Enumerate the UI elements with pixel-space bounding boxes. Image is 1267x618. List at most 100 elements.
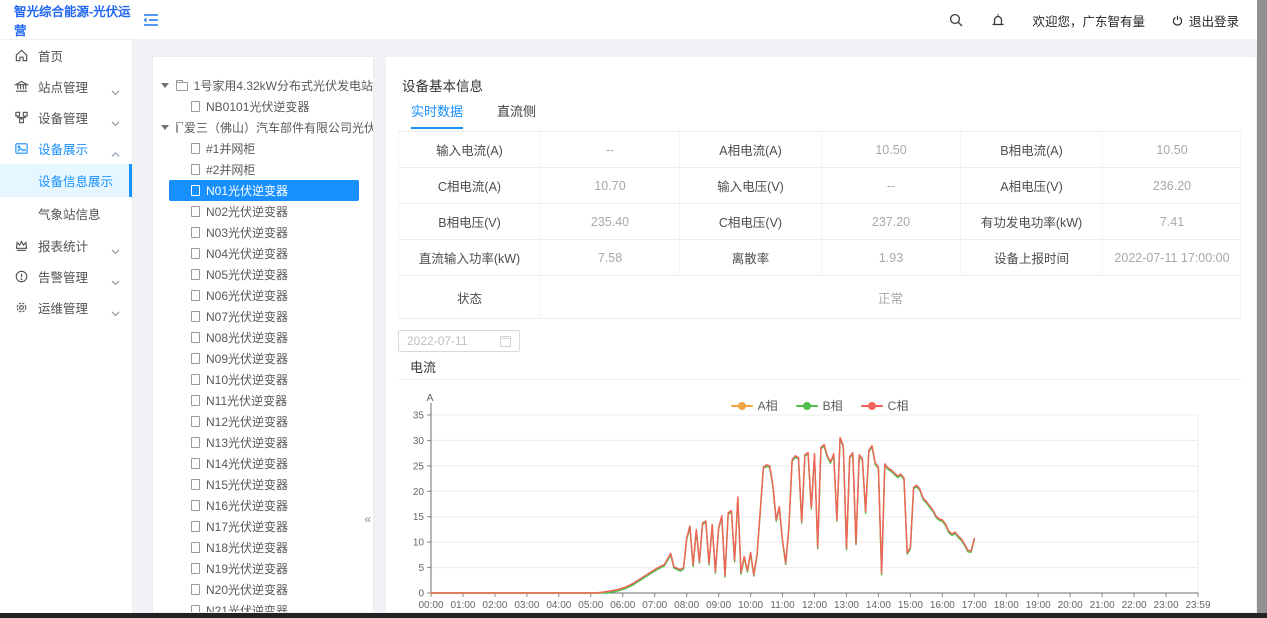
svg-text:09:00: 09:00: [706, 600, 731, 611]
chevron-down-icon: [111, 305, 120, 311]
file-icon: [191, 563, 200, 574]
svg-text:10: 10: [413, 538, 425, 549]
caret-down-icon[interactable]: [161, 83, 169, 88]
tree-device-node[interactable]: N19光伏逆变器: [169, 558, 359, 579]
sidebar-item-ops-mgmt[interactable]: 运维管理: [0, 292, 132, 323]
legend-item[interactable]: C相: [861, 397, 909, 414]
tree-device-node[interactable]: N02光伏逆变器: [169, 201, 359, 222]
svg-text:02:00: 02:00: [482, 600, 507, 611]
tab-dc-side[interactable]: 直流侧: [497, 101, 536, 129]
file-icon: [191, 269, 200, 280]
device-tree-panel: 1号家用4.32kW分布式光伏发电站NB0101光伏逆变器爱三（佛山）汽车部件有…: [152, 56, 374, 613]
svg-text:11:00: 11:00: [770, 600, 795, 611]
field-label: 输入电流(A): [398, 132, 540, 167]
alarm-icon[interactable]: [990, 12, 1006, 28]
file-icon: [191, 458, 200, 469]
sidebar-item-device-display[interactable]: 设备展示: [0, 133, 132, 164]
field-value: 7.41: [1102, 204, 1241, 239]
folder-icon: [176, 124, 178, 133]
tree-station-node[interactable]: 1号家用4.32kW分布式光伏发电站: [153, 75, 373, 96]
field-value: 2022-07-11 17:00:00: [1102, 240, 1241, 275]
field-value: 10.70: [540, 168, 679, 203]
field-value: 10.50: [1102, 132, 1241, 167]
chevron-down-icon: [111, 274, 120, 280]
vertical-scrollbar[interactable]: [1257, 0, 1267, 618]
svg-text:15: 15: [413, 512, 425, 523]
search-icon[interactable]: [948, 12, 964, 28]
tree-device-node[interactable]: N12光伏逆变器: [169, 411, 359, 432]
tree-device-node[interactable]: N10光伏逆变器: [169, 369, 359, 390]
tree-device-node[interactable]: #2并网柜: [169, 159, 359, 180]
tree-device-node[interactable]: #1并网柜: [169, 138, 359, 159]
top-header: 智光综合能源-光伏运营 欢迎您，广东智有量 退出登录: [0, 0, 1257, 40]
tree-device-node[interactable]: N04光伏逆变器: [169, 243, 359, 264]
svg-text:13:00: 13:00: [834, 600, 859, 611]
svg-text:08:00: 08:00: [674, 600, 699, 611]
tree-station-node[interactable]: 爱三（佛山）汽车部件有限公司光伏发: [153, 117, 373, 138]
logout-button[interactable]: 退出登录: [1171, 11, 1239, 30]
sidebar-item-device-mgmt[interactable]: 设备管理: [0, 102, 132, 133]
date-picker[interactable]: 2022-07-11: [398, 330, 520, 352]
svg-text:03:00: 03:00: [514, 600, 539, 611]
tree-device-node[interactable]: N01光伏逆变器: [169, 180, 359, 201]
tree-device-node[interactable]: N20光伏逆变器: [169, 579, 359, 600]
tree-device-node[interactable]: N15光伏逆变器: [169, 474, 359, 495]
table-row-status: 状态 正常: [398, 276, 1240, 319]
folder-icon: [176, 82, 188, 91]
table-row: 输入电流(A)--A相电流(A)10.50B相电流(A)10.50: [398, 132, 1240, 168]
tree-device-node[interactable]: N07光伏逆变器: [169, 306, 359, 327]
field-label: 设备上报时间: [960, 240, 1102, 275]
tab-realtime-data[interactable]: 实时数据: [411, 101, 463, 129]
tree-device-node[interactable]: N14光伏逆变器: [169, 453, 359, 474]
tree-device-node[interactable]: N13光伏逆变器: [169, 432, 359, 453]
sidebar-item-home[interactable]: 首页: [0, 40, 132, 71]
cluster-icon: [14, 110, 29, 125]
tree-collapse-handle[interactable]: «: [364, 512, 371, 526]
svg-text:07:00: 07:00: [642, 600, 667, 611]
sidebar-subitem-weather-station[interactable]: 气象站信息: [0, 197, 132, 230]
file-icon: [191, 437, 200, 448]
chart-legend: A相 B相 C相: [398, 397, 1241, 414]
tree-device-node[interactable]: N09光伏逆变器: [169, 348, 359, 369]
legend-item[interactable]: A相: [731, 397, 778, 414]
svg-text:19:00: 19:00: [1026, 600, 1051, 611]
page-title: 设备基本信息: [402, 75, 483, 95]
svg-text:04:00: 04:00: [546, 600, 571, 611]
svg-text:10:00: 10:00: [738, 600, 763, 611]
bottom-edge-bar: [0, 613, 1267, 618]
tree-device-node[interactable]: N16光伏逆变器: [169, 495, 359, 516]
chevron-down-icon: [111, 115, 120, 121]
svg-text:16:00: 16:00: [930, 600, 955, 611]
sidebar-item-site-mgmt[interactable]: 站点管理: [0, 71, 132, 102]
sidebar-item-report-stats[interactable]: 报表统计: [0, 230, 132, 261]
current-chart-svg: 05101520253035A00:0001:0002:0003:0004:00…: [398, 389, 1241, 613]
tree-device-node[interactable]: N06光伏逆变器: [169, 285, 359, 306]
tree-device-node[interactable]: N21光伏逆变器: [169, 600, 359, 613]
tree-device-node[interactable]: N11光伏逆变器: [169, 390, 359, 411]
sidebar-subitem-device-info[interactable]: 设备信息展示: [0, 164, 132, 197]
svg-text:22:00: 22:00: [1122, 600, 1147, 611]
crown-icon: [14, 238, 29, 253]
tree-device-node[interactable]: N18光伏逆变器: [169, 537, 359, 558]
legend-item[interactable]: B相: [796, 397, 843, 414]
field-value: 正常: [540, 276, 1240, 318]
svg-text:20:00: 20:00: [1058, 600, 1083, 611]
tree-device-node[interactable]: N17光伏逆变器: [169, 516, 359, 537]
file-icon: [191, 416, 200, 427]
tree-device-node[interactable]: NB0101光伏逆变器: [169, 96, 359, 117]
chevron-down-icon: [111, 243, 120, 249]
caret-down-icon[interactable]: [161, 125, 169, 130]
sidebar-item-alarm-mgmt[interactable]: 告警管理: [0, 261, 132, 292]
svg-text:21:00: 21:00: [1090, 600, 1115, 611]
tree-device-node[interactable]: N08光伏逆变器: [169, 327, 359, 348]
field-value: 1.93: [821, 240, 960, 275]
info-table: 输入电流(A)--A相电流(A)10.50B相电流(A)10.50C相电流(A)…: [398, 131, 1241, 319]
svg-text:17:00: 17:00: [962, 600, 987, 611]
device-info-panel: 设备基本信息 实时数据 直流侧 输入电流(A)--A相电流(A)10.50B相电…: [385, 56, 1257, 613]
svg-text:30: 30: [413, 436, 425, 447]
tree-device-node[interactable]: N03光伏逆变器: [169, 222, 359, 243]
tree-device-node[interactable]: N05光伏逆变器: [169, 264, 359, 285]
field-value: 237.20: [821, 204, 960, 239]
alert-icon: [14, 269, 29, 284]
menu-fold-icon[interactable]: [142, 11, 160, 29]
